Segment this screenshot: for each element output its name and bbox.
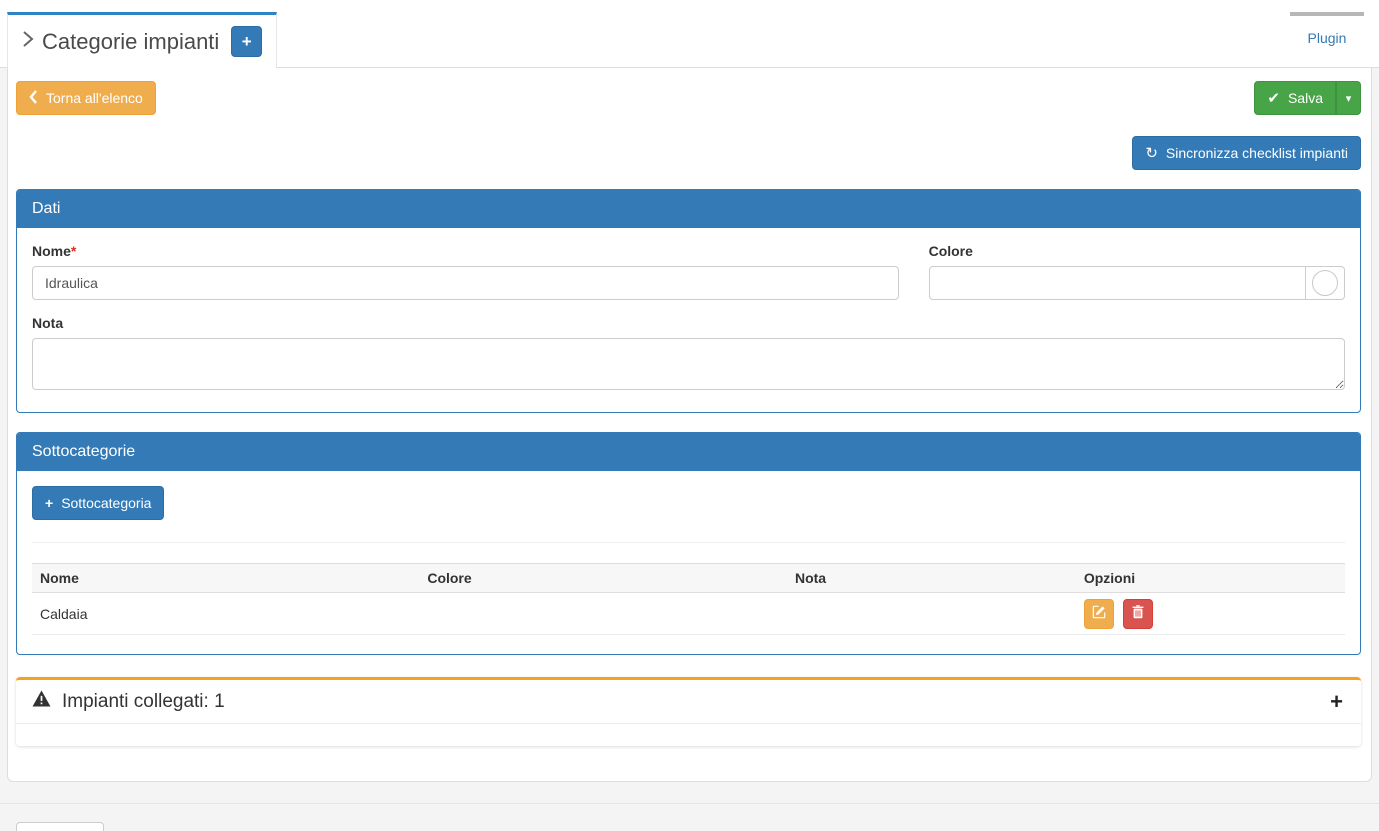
cell-colore xyxy=(419,593,787,635)
impianti-collegati-title: Impianti collegati: 1 xyxy=(62,691,225,713)
plus-icon: + xyxy=(45,495,53,511)
sync-row: ↻ Sincronizza checklist impianti xyxy=(16,136,1361,170)
back-to-list-button[interactable]: Torna all'elenco xyxy=(16,81,156,115)
save-button[interactable]: ✔ Salva xyxy=(1254,81,1336,115)
impianti-collegati-title-wrap: Impianti collegati: 1 xyxy=(32,690,225,713)
check-icon: ✔ xyxy=(1267,91,1280,106)
expand-plus-icon[interactable]: + xyxy=(1328,691,1345,713)
chevron-left-icon xyxy=(29,90,38,107)
save-button-group: ✔ Salva ▾ xyxy=(1254,81,1361,115)
add-subcategory-label: Sottocategoria xyxy=(61,495,151,511)
col-header-colore: Colore xyxy=(419,564,787,593)
add-subcategory-button[interactable]: + Sottocategoria xyxy=(32,486,164,520)
page-divider xyxy=(0,803,1379,804)
toolbar: Torna all'elenco ✔ Salva ▾ xyxy=(16,81,1361,115)
nota-field-group: Nota xyxy=(32,315,1345,395)
bottom-partial-button[interactable] xyxy=(16,822,104,831)
nota-textarea[interactable] xyxy=(32,338,1345,390)
colore-field-group: Colore xyxy=(929,243,1345,300)
cell-nota xyxy=(787,593,1076,635)
refresh-icon: ↻ xyxy=(1145,146,1158,161)
trash-icon xyxy=(1132,605,1144,622)
dati-panel: Dati Nome* Colore xyxy=(16,189,1361,413)
nome-field-group: Nome* xyxy=(32,243,899,300)
nome-input[interactable] xyxy=(32,266,899,300)
dati-form-row: Nome* Colore xyxy=(32,243,1345,300)
edit-subcategory-button[interactable] xyxy=(1084,599,1114,629)
impianti-collegati-header[interactable]: Impianti collegati: 1 + xyxy=(16,680,1361,724)
nota-label: Nota xyxy=(32,315,1345,331)
caret-down-icon: ▾ xyxy=(1346,92,1352,105)
edit-icon xyxy=(1092,605,1106,622)
subcategories-table-head: Nome Colore Nota Opzioni xyxy=(32,564,1345,593)
col-header-nome: Nome xyxy=(32,564,419,593)
dati-panel-title: Dati xyxy=(17,190,1360,228)
dati-panel-body: Nome* Colore Nota xyxy=(17,228,1360,412)
tab-content-pane: Torna all'elenco ✔ Salva ▾ ↻ Sincronizza… xyxy=(7,68,1372,782)
sottocategorie-panel-body: + Sottocategoria Nome Colore Nota Opzion… xyxy=(17,471,1360,654)
sottocategorie-panel-title: Sottocategorie xyxy=(17,433,1360,471)
warning-icon xyxy=(32,690,51,713)
colore-input-group xyxy=(929,266,1345,300)
delete-subcategory-button[interactable] xyxy=(1123,599,1153,629)
impianti-collegati-body xyxy=(16,724,1361,746)
save-dropdown-toggle[interactable]: ▾ xyxy=(1336,81,1361,115)
save-button-label: Salva xyxy=(1288,90,1323,106)
sync-checklist-label: Sincronizza checklist impianti xyxy=(1166,145,1348,161)
back-to-list-label: Torna all'elenco xyxy=(46,90,143,106)
colore-label: Colore xyxy=(929,243,1345,259)
color-picker-addon[interactable] xyxy=(1306,266,1345,300)
tab-plugin-label: Plugin xyxy=(1308,30,1347,46)
table-divider xyxy=(32,542,1345,543)
col-header-opzioni: Opzioni xyxy=(1076,564,1345,593)
impianti-collegati-panel: Impianti collegati: 1 + xyxy=(16,677,1361,746)
cell-opzioni xyxy=(1076,593,1345,635)
color-preview-circle xyxy=(1312,270,1338,296)
tab-bar: Categorie impianti + Plugin xyxy=(0,0,1379,68)
tab-categorie-impianti[interactable]: Categorie impianti + xyxy=(7,12,277,68)
cell-nome: Caldaia xyxy=(32,593,419,635)
subcategories-table: Nome Colore Nota Opzioni Caldaia xyxy=(32,563,1345,635)
tab-plugin[interactable]: Plugin xyxy=(1290,12,1364,68)
page-title: Categorie impianti xyxy=(42,29,219,55)
required-asterisk: * xyxy=(71,243,76,259)
col-header-nota: Nota xyxy=(787,564,1076,593)
sottocategorie-panel: Sottocategorie + Sottocategoria Nome Col… xyxy=(16,432,1361,655)
colore-input[interactable] xyxy=(929,266,1306,300)
add-category-button[interactable]: + xyxy=(231,26,262,57)
nome-label: Nome* xyxy=(32,243,899,259)
table-row: Caldaia xyxy=(32,593,1345,635)
chevron-right-icon xyxy=(22,30,34,53)
sync-checklist-button[interactable]: ↻ Sincronizza checklist impianti xyxy=(1132,136,1361,170)
